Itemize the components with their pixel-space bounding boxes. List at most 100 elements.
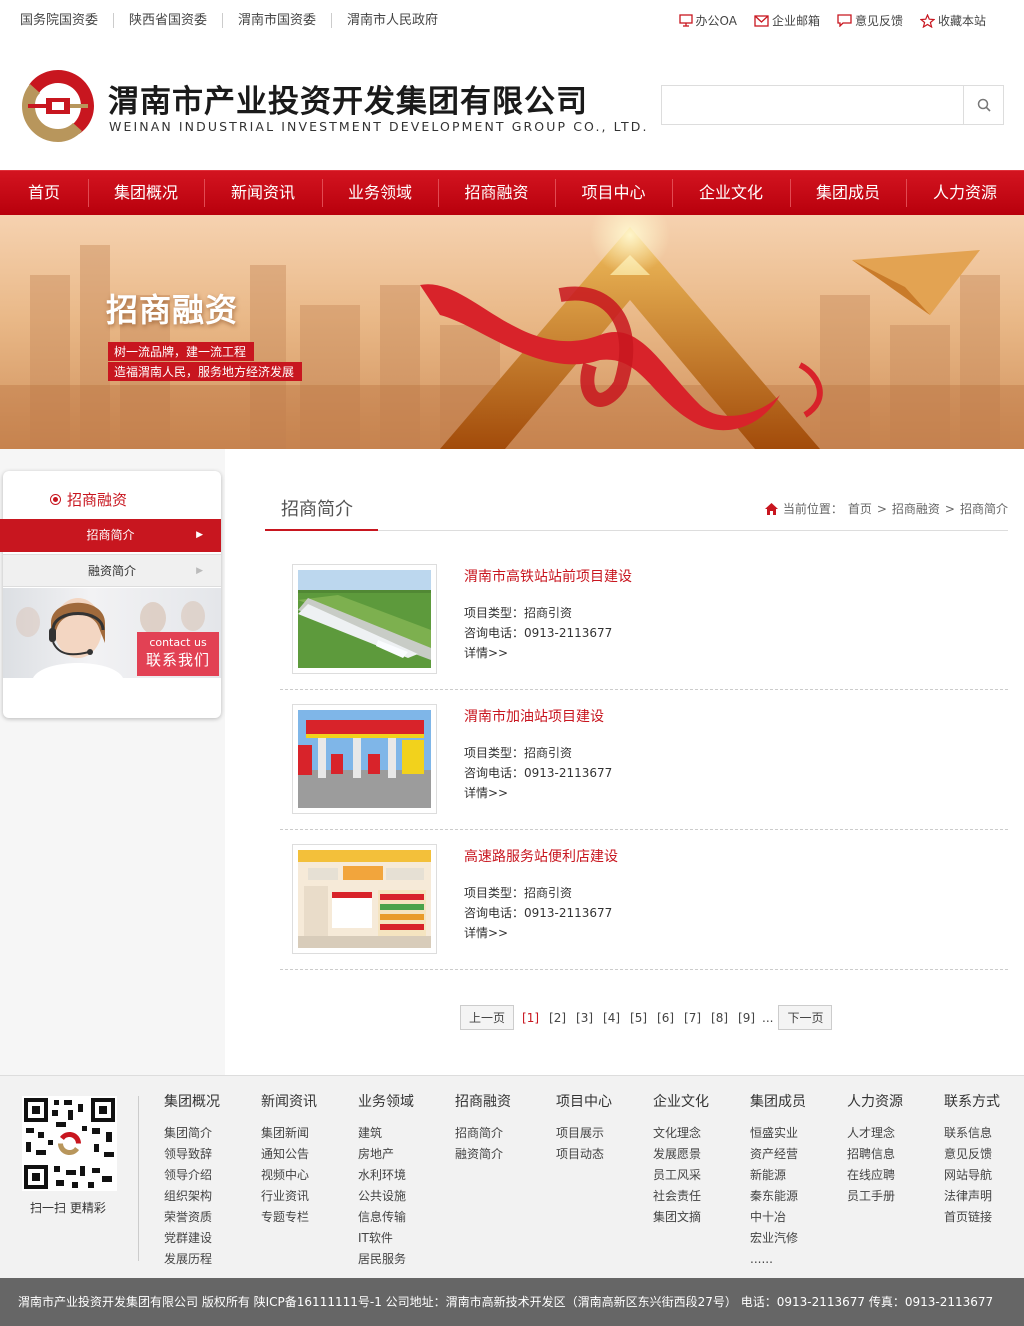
footer-link[interactable]: 集团文摘 (653, 1207, 709, 1228)
nav-home[interactable]: 首页 (0, 171, 88, 215)
project-more-link[interactable]: 详情>> (464, 784, 508, 801)
nav-overview[interactable]: 集团概况 (88, 171, 204, 215)
nav-news[interactable]: 新闻资讯 (204, 171, 322, 215)
footer-link[interactable]: 行业资讯 (261, 1186, 317, 1207)
page-link-8[interactable]: [8] (711, 1011, 728, 1025)
footer-link[interactable]: 居民服务 (358, 1249, 414, 1270)
breadcrumb-section[interactable]: 招商融资 (892, 500, 940, 517)
footer-link[interactable]: 文化理念 (653, 1123, 709, 1144)
footer-col-head[interactable]: 业务领域 (358, 1091, 414, 1111)
footer-link[interactable]: 领导致辞 (164, 1144, 220, 1165)
nav-culture[interactable]: 企业文化 (672, 171, 790, 215)
footer-link[interactable]: 招聘信息 (847, 1144, 903, 1165)
footer-link[interactable]: 项目展示 (556, 1123, 612, 1144)
footer-link[interactable]: 专题专栏 (261, 1207, 317, 1228)
footer-link[interactable]: ...... (750, 1249, 806, 1270)
page-link-3[interactable]: [3] (576, 1011, 593, 1025)
nav-projects[interactable]: 项目中心 (555, 171, 672, 215)
footer-link[interactable]: 集团简介 (164, 1123, 220, 1144)
footer-link[interactable]: 中十冶 (750, 1207, 806, 1228)
breadcrumb-home[interactable]: 首页 (848, 500, 872, 517)
footer-link[interactable]: 宏业汽修 (750, 1228, 806, 1249)
project-thumbnail[interactable] (292, 704, 437, 814)
footer-link[interactable]: 项目动态 (556, 1144, 612, 1165)
search-button[interactable] (963, 86, 1003, 124)
page-link-4[interactable]: [4] (603, 1011, 620, 1025)
footer-col-head[interactable]: 企业文化 (653, 1091, 709, 1111)
nav-investment[interactable]: 招商融资 (438, 171, 555, 215)
footer-link[interactable]: 融资简介 (455, 1144, 511, 1165)
footer-link[interactable]: 联系信息 (944, 1123, 1000, 1144)
footer-link[interactable]: 视频中心 (261, 1165, 317, 1186)
page-link-7[interactable]: [7] (684, 1011, 701, 1025)
footer-link[interactable]: 资产经营 (750, 1144, 806, 1165)
footer-link[interactable]: 秦东能源 (750, 1186, 806, 1207)
prev-page-button[interactable]: 上一页 (460, 1005, 515, 1030)
top-link-gov[interactable]: 渭南市人民政府 (331, 13, 453, 28)
footer-col-head[interactable]: 新闻资讯 (261, 1091, 317, 1111)
nav-members[interactable]: 集团成员 (790, 171, 906, 215)
top-link-gwy[interactable]: 国务院国资委 (20, 13, 113, 28)
footer-link[interactable]: 建筑 (358, 1123, 414, 1144)
page-link-6[interactable]: [6] (657, 1011, 674, 1025)
footer-link[interactable]: 员工手册 (847, 1186, 903, 1207)
sidebar-item-financing[interactable]: 融资简介 ▶ (3, 554, 221, 587)
footer-link[interactable]: 水利环境 (358, 1165, 414, 1186)
footer-link[interactable]: 信息传输 (358, 1207, 414, 1228)
page-link-1[interactable]: [1] (522, 1011, 539, 1025)
footer-link[interactable]: 人才理念 (847, 1123, 903, 1144)
mail-link[interactable]: 企业邮箱 (754, 12, 820, 29)
footer-link[interactable]: IT软件 (358, 1228, 414, 1249)
footer-link[interactable]: 招商简介 (455, 1123, 511, 1144)
footer-link[interactable]: 党群建设 (164, 1228, 220, 1249)
project-thumbnail[interactable] (292, 844, 437, 954)
project-title[interactable]: 渭南市加油站项目建设 (464, 706, 604, 726)
company-name-cn: 渭南市产业投资开发集团有限公司 (108, 84, 588, 120)
project-title[interactable]: 高速路服务站便利店建设 (464, 846, 618, 866)
footer-link[interactable]: 新能源 (750, 1165, 806, 1186)
breadcrumb-current[interactable]: 招商简介 (960, 500, 1008, 517)
footer-link[interactable]: 公共设施 (358, 1186, 414, 1207)
project-more-link[interactable]: 详情>> (464, 644, 508, 661)
footer-link[interactable]: 发展愿景 (653, 1144, 709, 1165)
footer-col-head[interactable]: 人力资源 (847, 1091, 903, 1111)
project-thumbnail[interactable] (292, 564, 437, 674)
next-page-button[interactable]: 下一页 (778, 1005, 833, 1030)
feedback-link[interactable]: 意见反馈 (837, 12, 903, 29)
footer-link[interactable]: 员工风采 (653, 1165, 709, 1186)
footer-link[interactable]: 恒盛实业 (750, 1123, 806, 1144)
favorite-link[interactable]: 收藏本站 (919, 12, 986, 29)
nav-business[interactable]: 业务领域 (322, 171, 438, 215)
sidebar-item-intro[interactable]: 招商简介 ▶ (0, 519, 221, 552)
top-link-sx[interactable]: 陕西省国资委 (113, 13, 222, 28)
footer-link[interactable]: 意见反馈 (944, 1144, 1000, 1165)
footer-col-head[interactable]: 集团成员 (750, 1091, 806, 1111)
search-input[interactable] (662, 86, 964, 124)
footer-col-head[interactable]: 招商融资 (455, 1091, 511, 1111)
footer-link[interactable]: 集团新闻 (261, 1123, 317, 1144)
footer-link[interactable]: 领导介绍 (164, 1165, 220, 1186)
footer-link[interactable]: 在线应聘 (847, 1165, 903, 1186)
site-logo[interactable]: 渭南市产业投资开发集团有限公司 WEINAN INDUSTRIAL INVEST… (20, 68, 646, 148)
footer-col-head[interactable]: 联系方式 (944, 1091, 1000, 1111)
footer-link[interactable]: 法律声明 (944, 1186, 1000, 1207)
footer-link[interactable]: 组织架构 (164, 1186, 220, 1207)
footer-link[interactable]: 发展历程 (164, 1249, 220, 1270)
nav-hr[interactable]: 人力资源 (906, 171, 1024, 215)
footer-link[interactable]: 社会责任 (653, 1186, 709, 1207)
footer-link[interactable]: 首页链接 (944, 1207, 1000, 1228)
footer-link[interactable]: 房地产 (358, 1144, 414, 1165)
footer-col-head[interactable]: 集团概况 (164, 1091, 220, 1111)
footer-link[interactable]: 通知公告 (261, 1144, 317, 1165)
footer-link[interactable]: 网站导航 (944, 1165, 1000, 1186)
contact-us-banner[interactable]: contact us 联系我们 (3, 588, 221, 678)
page-link-5[interactable]: [5] (630, 1011, 647, 1025)
page-link-2[interactable]: [2] (549, 1011, 566, 1025)
top-link-wn[interactable]: 渭南市国资委 (222, 13, 331, 28)
page-link-9[interactable]: [9] (738, 1011, 755, 1025)
footer-link[interactable]: 荣誉资质 (164, 1207, 220, 1228)
project-title[interactable]: 渭南市高铁站站前项目建设 (464, 566, 632, 586)
footer-col-head[interactable]: 项目中心 (556, 1091, 612, 1111)
project-more-link[interactable]: 详情>> (464, 924, 508, 941)
oa-link[interactable]: 办公OA (678, 12, 737, 29)
